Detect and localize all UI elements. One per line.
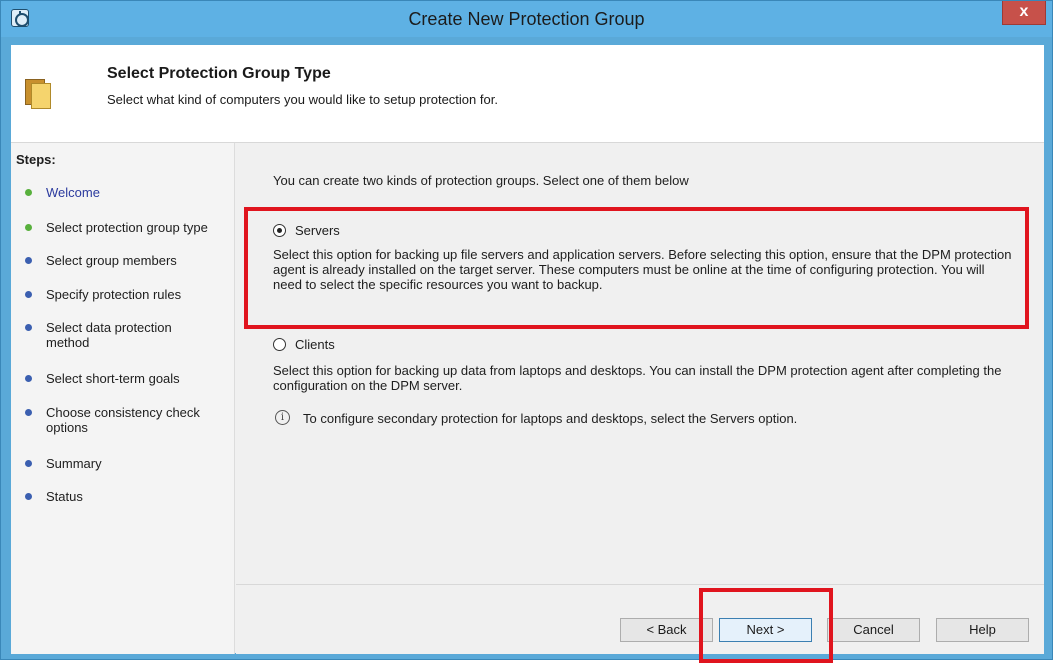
page-title: Select Protection Group Type xyxy=(107,65,331,82)
step-status-icon xyxy=(25,257,32,264)
window-title: Create New Protection Group xyxy=(408,9,645,29)
cancel-button[interactable]: Cancel xyxy=(827,618,920,642)
steps-panel: Steps: Welcome Select protection group t… xyxy=(11,143,235,654)
content-panel: You can create two kinds of protection g… xyxy=(236,143,1044,654)
step-status-icon xyxy=(25,324,32,331)
wizard-body: Steps: Welcome Select protection group t… xyxy=(11,142,1044,663)
step-label: Specify protection rules xyxy=(46,287,182,302)
step-status-icon xyxy=(25,224,32,231)
wizard-header: Select Protection Group Type Select what… xyxy=(11,45,1044,142)
step-status-icon xyxy=(25,493,32,500)
intro-text: You can create two kinds of protection g… xyxy=(273,173,689,188)
clients-description: Select this option for backing up data f… xyxy=(273,363,1002,393)
title-bar[interactable]: Create New Protection Group x xyxy=(1,1,1052,37)
step-status-icon xyxy=(25,409,32,416)
step-label: Status xyxy=(46,489,83,504)
next-highlight-box xyxy=(699,588,833,663)
step-label: Select short-term goals xyxy=(46,371,180,386)
clients-radio[interactable] xyxy=(273,338,286,351)
step-label: Summary xyxy=(46,456,102,471)
folder-icon xyxy=(25,79,51,109)
step-label: Welcome xyxy=(46,185,100,200)
help-button[interactable]: Help xyxy=(936,618,1029,642)
info-icon: i xyxy=(275,410,290,425)
close-button[interactable]: x xyxy=(1002,1,1046,25)
servers-highlight-box xyxy=(244,207,1029,329)
clients-label: Clients xyxy=(295,337,335,352)
step-label: Choose consistency check options xyxy=(46,405,200,435)
step-label: Select protection group type xyxy=(46,220,208,235)
step-status-icon xyxy=(25,375,32,382)
page-subtitle: Select what kind of computers you would … xyxy=(107,92,498,107)
step-label: Select group members xyxy=(46,253,177,268)
steps-title: Steps: xyxy=(16,152,56,167)
step-status-icon xyxy=(25,291,32,298)
step-status-icon xyxy=(25,189,32,196)
step-label: Select data protection method xyxy=(46,320,172,350)
step-status-icon xyxy=(25,460,32,467)
info-text: To configure secondary protection for la… xyxy=(303,411,798,426)
dialog-window: Create New Protection Group x Select Pro… xyxy=(0,0,1053,663)
